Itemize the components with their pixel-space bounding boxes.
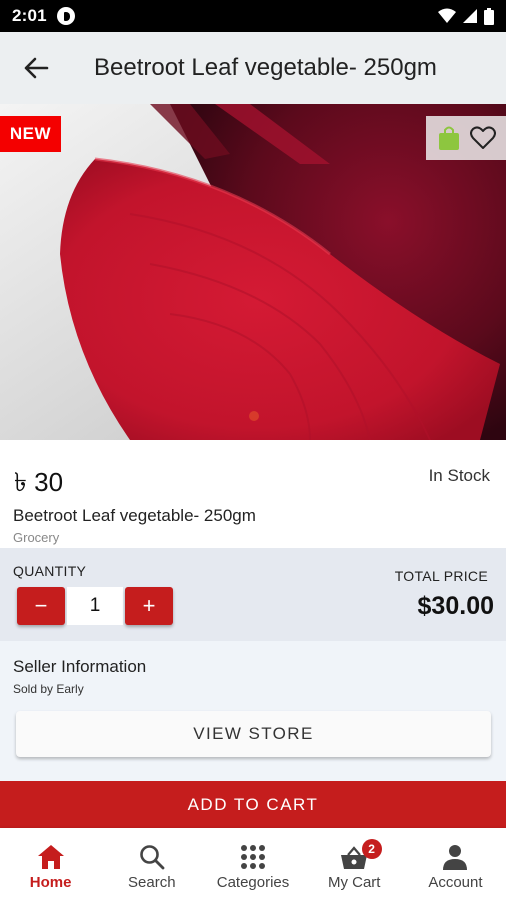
heart-icon (470, 126, 496, 149)
nav-search[interactable]: Search (101, 828, 202, 900)
total-price-label: TOTAL PRICE (394, 568, 488, 584)
increase-quantity-button[interactable]: + (125, 587, 173, 625)
new-badge: NEW (0, 116, 61, 152)
nav-home[interactable]: Home (0, 828, 101, 900)
decrease-quantity-button[interactable]: − (17, 587, 65, 625)
quantity-panel: QUANTITY − 1 + TOTAL PRICE $30.00 (0, 548, 506, 641)
hero-actions (426, 116, 506, 160)
seller-title: Seller Information (13, 657, 147, 676)
product-image-carousel[interactable]: NEW (0, 104, 506, 440)
bottom-nav: Home Search Categories 2 My Cart Account (0, 828, 506, 900)
total-price-value: $30.00 (417, 592, 494, 620)
seller-name: Sold by Early (13, 682, 84, 696)
battery-icon (484, 7, 494, 25)
quantity-value[interactable]: 1 (67, 587, 123, 625)
nav-my-cart-label: My Cart (327, 874, 381, 891)
share-button[interactable] (434, 123, 464, 153)
app-bar: Beetroot Leaf vegetable- 250gm (0, 32, 506, 104)
back-button[interactable] (0, 32, 72, 104)
nav-categories-label: Categories (216, 874, 290, 891)
status-time: 2:01 (12, 6, 47, 25)
product-info: ৳ 30 In Stock Beetroot Leaf vegetable- 2… (0, 440, 506, 548)
home-icon (37, 845, 64, 869)
view-store-button[interactable]: VIEW STORE (16, 711, 491, 757)
person-icon (443, 845, 468, 870)
nav-account[interactable]: Account (405, 828, 506, 900)
carousel-indicator[interactable] (249, 411, 259, 421)
product-name: Beetroot Leaf vegetable- 250gm (13, 506, 256, 525)
wifi-icon (438, 8, 456, 23)
search-icon (139, 845, 165, 870)
wishlist-button[interactable] (468, 123, 498, 153)
app-notification-icon (56, 7, 75, 25)
nav-search-label: Search (128, 874, 176, 891)
stock-status: In Stock (428, 466, 490, 485)
status-bar: 2:01 (0, 0, 506, 32)
add-to-cart-button[interactable]: ADD TO CART (0, 781, 506, 828)
cart-count-badge: 2 (361, 839, 382, 859)
grid-icon (241, 845, 265, 869)
nav-categories[interactable]: Categories (202, 828, 303, 900)
page-title: Beetroot Leaf vegetable- 250gm (94, 54, 437, 81)
quantity-label: QUANTITY (13, 563, 87, 579)
product-price: ৳ 30 (14, 467, 64, 497)
arrow-back-icon (24, 57, 49, 79)
product-category: Grocery (13, 530, 60, 545)
signal-icon (463, 9, 477, 23)
nav-home-label: Home (29, 874, 72, 891)
shopping-bag-icon (439, 126, 459, 150)
status-icons (438, 7, 494, 25)
nav-my-cart[interactable]: 2 My Cart (304, 828, 405, 900)
nav-account-label: Account (428, 874, 483, 891)
seller-section: Seller Information Sold by Early VIEW ST… (0, 641, 506, 781)
